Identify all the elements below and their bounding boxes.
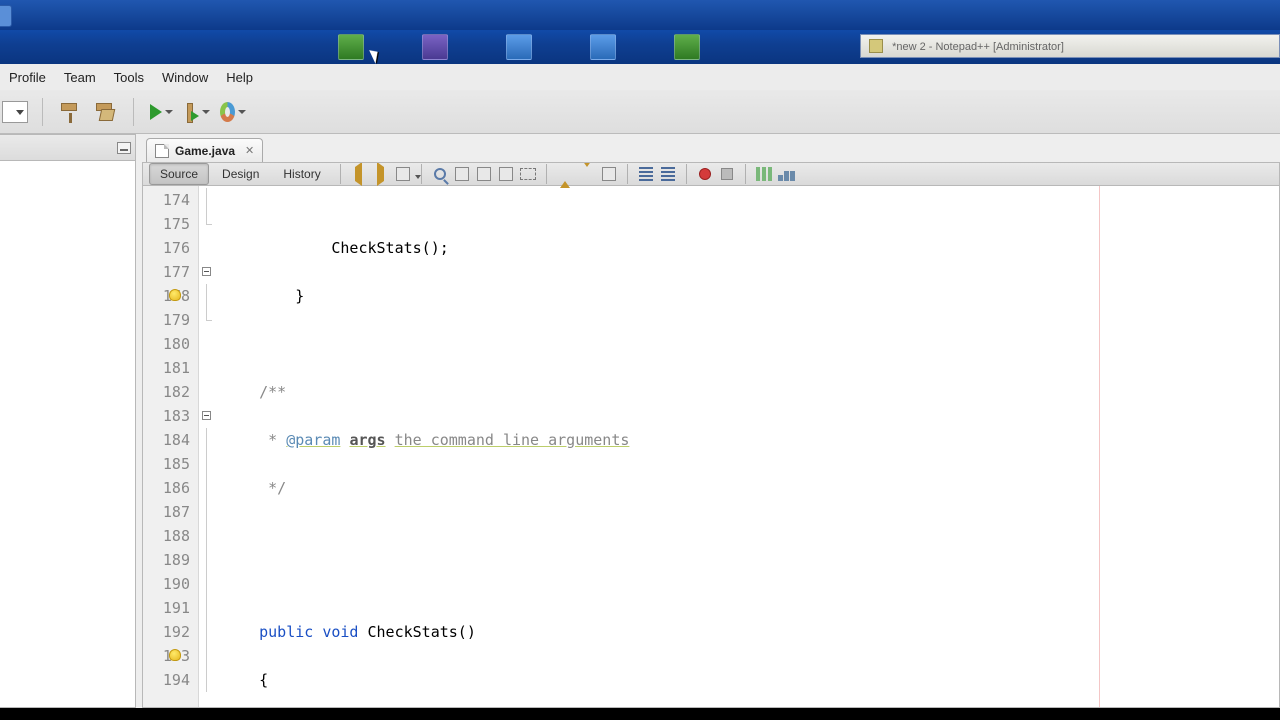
hammer-icon (61, 103, 79, 121)
menu-tools[interactable]: Tools (105, 66, 153, 89)
file-tab-label: Game.java (175, 144, 235, 158)
prev-bookmark-button[interactable] (555, 164, 575, 184)
dotted-rect-icon (520, 168, 536, 180)
indent-left-icon (639, 167, 653, 181)
editor-toolbar: Source Design History (143, 163, 1279, 186)
clean-build-button[interactable] (93, 99, 119, 125)
toggle-bookmark-button[interactable] (599, 164, 619, 184)
stop-icon (721, 168, 733, 180)
taskbar-app-1[interactable] (338, 34, 364, 60)
run-button[interactable] (148, 99, 174, 125)
window-titlebar (0, 0, 1280, 30)
toolbar-separator (546, 164, 547, 184)
config-combo[interactable] (2, 101, 28, 123)
toolbar-separator (421, 164, 422, 184)
macro-stop-button[interactable] (717, 164, 737, 184)
toolbar-separator (133, 98, 134, 126)
window-system-menu[interactable] (0, 5, 12, 27)
toggle-rect-button[interactable] (518, 164, 538, 184)
toolbar-separator (340, 164, 341, 184)
os-taskbar: *new 2 - Notepad++ [Administrator] (0, 30, 1280, 64)
fold-column (199, 186, 217, 708)
toolbar-separator (745, 164, 746, 184)
line-number-gutter: 174175176 177 178 179180181 182183184 18… (143, 186, 199, 708)
taskbar-notepad-label: *new 2 - Notepad++ [Administrator] (892, 41, 1064, 53)
view-design-button[interactable]: Design (211, 163, 270, 185)
close-tab-button[interactable]: ✕ (245, 144, 254, 157)
notepad-icon (869, 39, 883, 53)
hint-bulb-icon[interactable] (169, 649, 181, 661)
comment-button[interactable] (754, 164, 774, 184)
arrow-right-icon (377, 167, 384, 181)
square-icon (499, 167, 513, 181)
taskbar-app-5[interactable] (674, 34, 700, 60)
fold-toggle[interactable] (202, 411, 211, 420)
macro-record-button[interactable] (695, 164, 715, 184)
main-toolbar (0, 90, 1280, 134)
java-file-icon (155, 144, 169, 158)
fold-toggle[interactable] (202, 267, 211, 276)
toolbar-separator (42, 98, 43, 126)
workspace: Game.java ✕ Source Design History (0, 134, 1280, 708)
taskbar-notepad-button[interactable]: *new 2 - Notepad++ [Administrator] (860, 34, 1280, 58)
code-editor: Source Design History (142, 162, 1280, 708)
menu-profile[interactable]: Profile (0, 66, 55, 89)
nav-back-button[interactable] (349, 164, 369, 184)
file-tab-game-java[interactable]: Game.java ✕ (146, 138, 263, 162)
build-button[interactable] (57, 99, 83, 125)
toolbar-separator (627, 164, 628, 184)
steps-icon (778, 167, 794, 181)
nav-forward-button[interactable] (371, 164, 391, 184)
last-edit-button[interactable] (393, 164, 413, 184)
magnifier-icon (434, 168, 446, 180)
indent-right-icon (661, 167, 675, 181)
square-icon (477, 167, 491, 181)
arrow-left-icon (355, 167, 362, 181)
clean-build-icon (96, 103, 116, 121)
arrow-up-icon (560, 167, 570, 181)
taskbar-app-3[interactable] (506, 34, 532, 60)
taskbar-app-2[interactable] (422, 34, 448, 60)
taskbar-app-4[interactable] (590, 34, 616, 60)
toggle-highlight-button[interactable] (496, 164, 516, 184)
menu-bar: Profile Team Tools Window Help (0, 64, 1280, 90)
find-selection-button[interactable] (430, 164, 450, 184)
find-prev-button[interactable] (452, 164, 472, 184)
code-area[interactable]: 174175176 177 178 179180181 182183184 18… (143, 186, 1279, 708)
toolbar-separator (686, 164, 687, 184)
record-icon (699, 168, 711, 180)
editor-tabs: Game.java ✕ (142, 134, 1280, 162)
square-icon (602, 167, 616, 181)
profile-button[interactable] (220, 99, 246, 125)
view-source-button[interactable]: Source (149, 163, 209, 185)
minimize-panel-button[interactable] (117, 142, 131, 154)
shift-left-button[interactable] (636, 164, 656, 184)
menu-window[interactable]: Window (153, 66, 217, 89)
letterbox-bottom (0, 708, 1280, 720)
panel-header (0, 135, 135, 161)
menu-help[interactable]: Help (217, 66, 262, 89)
shift-right-button[interactable] (658, 164, 678, 184)
debug-button[interactable] (184, 99, 210, 125)
square-icon (455, 167, 469, 181)
find-next-button[interactable] (474, 164, 494, 184)
projects-panel (0, 134, 136, 708)
square-drop-icon (396, 167, 410, 181)
play-icon (150, 104, 162, 120)
view-history-button[interactable]: History (272, 163, 331, 185)
next-bookmark-button[interactable] (577, 164, 597, 184)
arrow-down-icon (582, 167, 592, 181)
profile-icon (220, 102, 235, 122)
debug-icon (184, 103, 199, 121)
hint-bulb-icon[interactable] (169, 289, 181, 301)
code-text[interactable]: CheckStats(); } /** * @param args the co… (217, 186, 1279, 708)
uncomment-button[interactable] (776, 164, 796, 184)
bars-icon (756, 167, 772, 181)
menu-team[interactable]: Team (55, 66, 105, 89)
